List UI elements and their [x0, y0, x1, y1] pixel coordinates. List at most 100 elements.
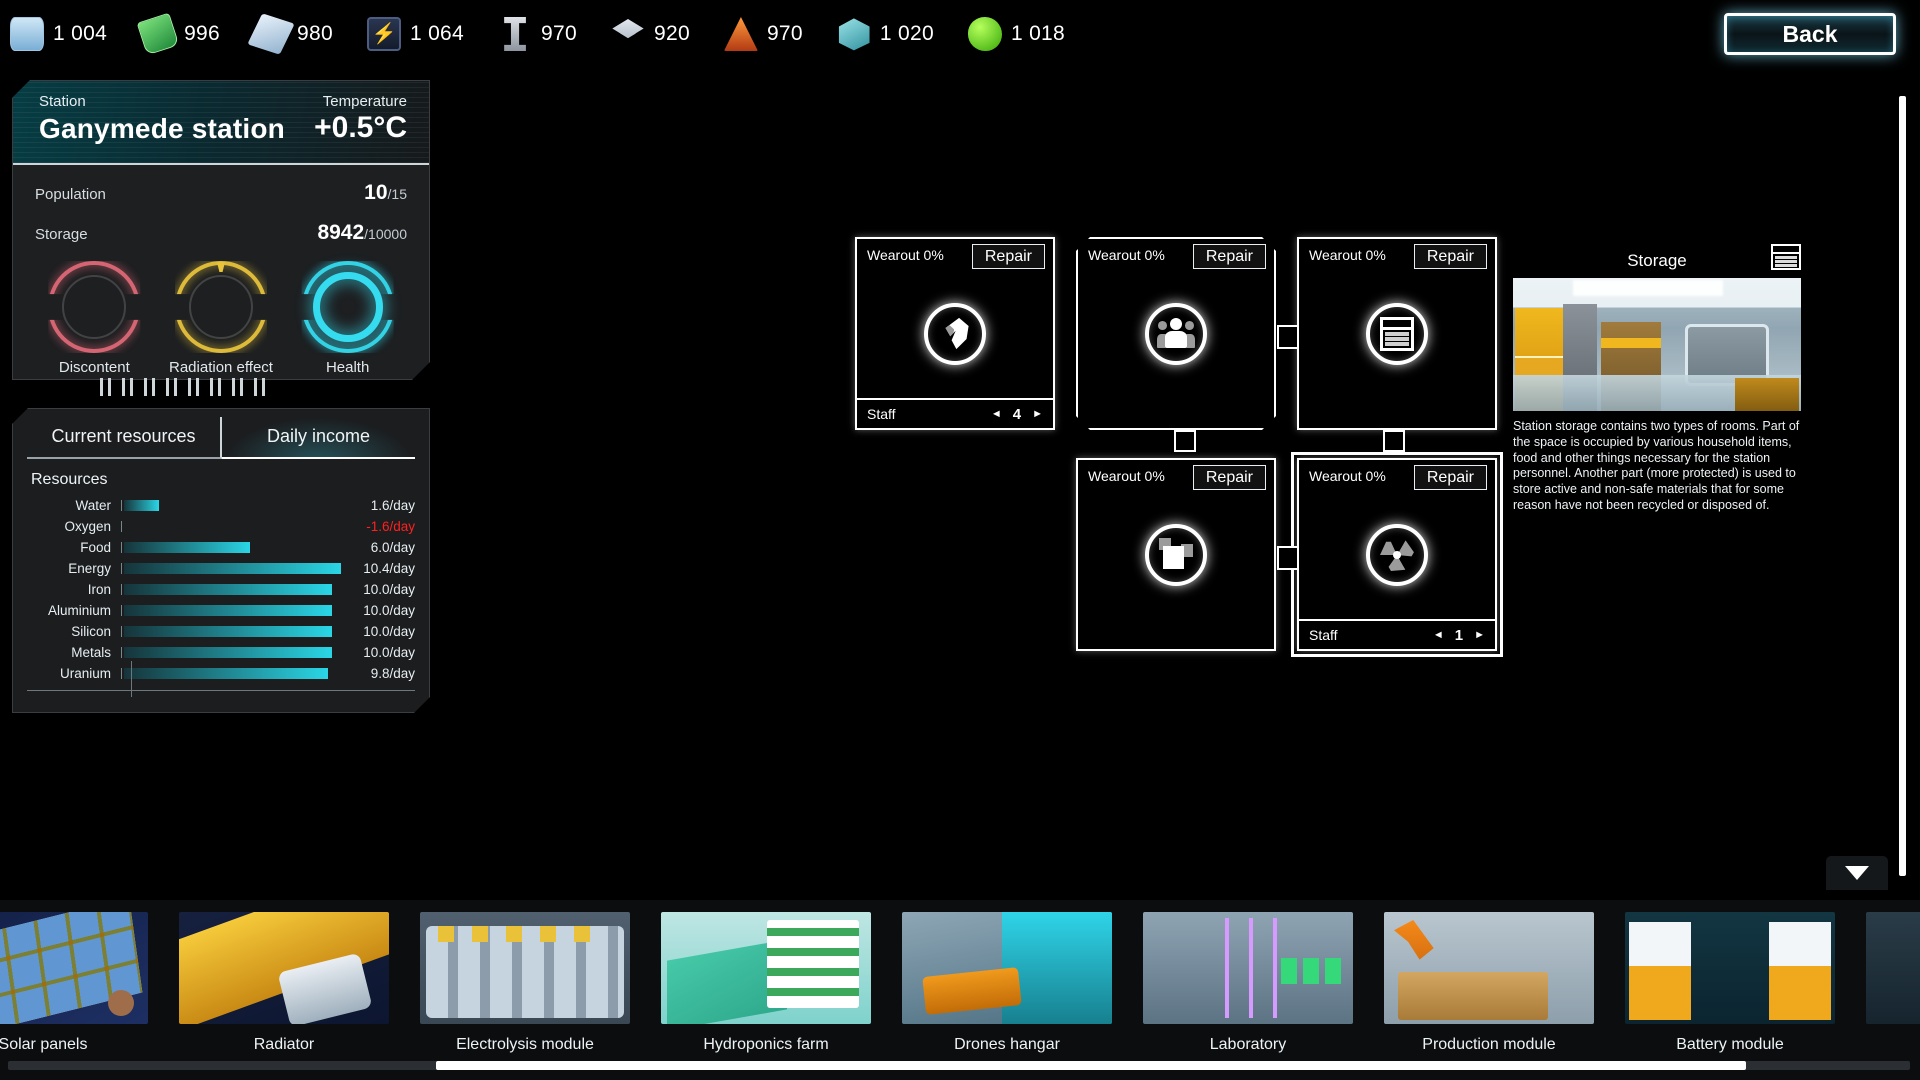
resource-name: Water [13, 498, 121, 513]
resource-rate: 10.0/day [341, 624, 415, 639]
module-battery[interactable]: Battery module [1625, 912, 1835, 1054]
module-scrollbar-thumb[interactable] [436, 1061, 1746, 1070]
module-electrolysis[interactable]: Electrolysis module [420, 912, 630, 1054]
module-label: Radiator [179, 1036, 389, 1054]
resource-name: Iron [13, 582, 121, 597]
resource-bar-track [121, 605, 341, 616]
resource-food[interactable]: 980 [254, 17, 333, 51]
repair-button[interactable]: Repair [972, 244, 1045, 269]
repair-button[interactable]: Repair [1193, 244, 1266, 269]
staff-count: 1 [1455, 627, 1463, 644]
resource-row: Food 6.0/day [13, 537, 429, 558]
repair-button[interactable]: Repair [1414, 465, 1487, 490]
resource-name: Food [13, 540, 121, 555]
resource-bar-track [121, 542, 341, 553]
resource-name: Silicon [13, 624, 121, 639]
module-thumbnail [902, 912, 1112, 1024]
resource-row: Silicon 10.0/day [13, 621, 429, 642]
module-laboratory[interactable]: Laboratory [1143, 912, 1353, 1054]
staff-stepper[interactable]: ◄ 4 ► [991, 406, 1043, 423]
resource-name: Energy [13, 561, 121, 576]
module-hydroponics-farm[interactable]: Hydroponics farm [661, 912, 871, 1054]
resources-axis-line [131, 661, 132, 697]
staff-stepper[interactable]: ◄ 1 ► [1433, 627, 1485, 644]
station-panel: Station Ganymede station Temperature +0.… [12, 80, 430, 380]
staff-decrement[interactable]: ◄ [991, 408, 1002, 420]
corridor-connector [1277, 546, 1299, 570]
resource-silicon[interactable]: 970 [724, 17, 803, 51]
chevron-down-icon [1845, 866, 1869, 880]
room-production[interactable]: Wearout 0% Repair [1076, 458, 1276, 651]
module-next[interactable] [1866, 912, 1920, 1054]
resource-oxygen[interactable]: 996 [141, 17, 220, 51]
resource-value: 980 [297, 22, 333, 46]
iron-icon [498, 17, 532, 51]
resources-tabs: Current resources Daily income [27, 417, 415, 459]
population-max: /15 [388, 186, 407, 202]
resource-bar-track [121, 584, 341, 595]
station-gauges: Discontent Radiation effect Health [13, 261, 429, 376]
resource-uranium[interactable]: 1 018 [968, 17, 1065, 51]
storage-value: 8942/10000 [317, 221, 407, 245]
resource-value: 1 064 [410, 22, 464, 46]
resource-metals[interactable]: 1 020 [837, 17, 934, 51]
room-reactor[interactable]: Wearout 0% Repair Staff ◄ 1 ► [1297, 458, 1497, 651]
resource-value: 1 004 [53, 22, 107, 46]
gauge-health[interactable]: Health [296, 261, 400, 376]
corridor-connector [1277, 325, 1299, 349]
info-description: Station storage contains two types of ro… [1513, 419, 1801, 514]
room-storage[interactable]: Wearout 0% Repair [1297, 237, 1497, 430]
shelf-icon [1380, 317, 1414, 351]
staff-increment[interactable]: ► [1474, 629, 1485, 641]
energy-icon: ⚡ [367, 17, 401, 51]
resources-panel: Current resources Daily income Resources… [12, 408, 430, 713]
gauge-discontent[interactable]: Discontent [42, 261, 146, 376]
staff-decrement[interactable]: ◄ [1433, 629, 1444, 641]
resource-row: Aluminium 10.0/day [13, 600, 429, 621]
people-icon [1159, 317, 1193, 351]
module-radiator[interactable]: Radiator [179, 912, 389, 1054]
room-hydroponics[interactable]: Wearout 0% Repair Staff ◄ 4 ► [855, 237, 1055, 430]
module-drones-hangar[interactable]: Drones hangar [902, 912, 1112, 1054]
info-header: Storage [1513, 244, 1801, 278]
resource-energy[interactable]: ⚡ 1 064 [367, 17, 464, 51]
tab-daily-income[interactable]: Daily income [222, 417, 415, 459]
storage-row: Storage 8942/10000 [13, 221, 429, 245]
module-solar-panels[interactable]: Solar panels [0, 912, 148, 1054]
resource-value: 920 [654, 22, 690, 46]
repair-button[interactable]: Repair [1414, 244, 1487, 269]
panel-divider-notches [100, 378, 330, 396]
room-quarters[interactable]: Wearout 0% Repair [1076, 237, 1276, 430]
info-panel: Storage Station storage contains two typ… [1513, 244, 1801, 514]
station-name: Ganymede station [39, 113, 285, 145]
room-icon-wrapper [1145, 524, 1207, 586]
resource-topbar: 1 004 996 980 ⚡ 1 064 970 920 970 1 020 [0, 0, 1920, 68]
storage-max: /10000 [364, 226, 407, 242]
resource-rate: 9.8/day [341, 666, 415, 681]
wearout-label: Wearout 0% [1309, 247, 1386, 263]
module-label: Production module [1384, 1036, 1594, 1054]
staff-increment[interactable]: ► [1032, 408, 1043, 420]
back-button[interactable]: Back [1724, 13, 1896, 55]
info-image [1513, 278, 1801, 411]
resource-aluminium[interactable]: 920 [611, 17, 690, 51]
module-label: Battery module [1625, 1036, 1835, 1054]
repair-button[interactable]: Repair [1193, 465, 1266, 490]
oxygen-icon [137, 13, 180, 56]
vertical-scrollbar[interactable] [1899, 96, 1906, 876]
resource-iron[interactable]: 970 [498, 17, 577, 51]
room-icon-wrapper [1366, 524, 1428, 586]
wearout-label: Wearout 0% [1088, 468, 1165, 484]
module-bar: Solar panels Radiator Electrolysis modul… [0, 900, 1920, 1080]
resource-rate: -1.6/day [341, 519, 415, 534]
temperature-label: Temperature [323, 93, 407, 110]
module-production[interactable]: Production module [1384, 912, 1594, 1054]
module-thumbnail [179, 912, 389, 1024]
tab-current-resources[interactable]: Current resources [27, 417, 222, 459]
gauge-radiation[interactable]: Radiation effect [169, 261, 273, 376]
resource-water[interactable]: 1 004 [10, 17, 107, 51]
resource-bar [124, 563, 341, 574]
collapse-modbar-button[interactable] [1826, 856, 1888, 890]
resources-section-title: Resources [31, 471, 429, 489]
module-label: Hydroponics farm [661, 1036, 871, 1054]
